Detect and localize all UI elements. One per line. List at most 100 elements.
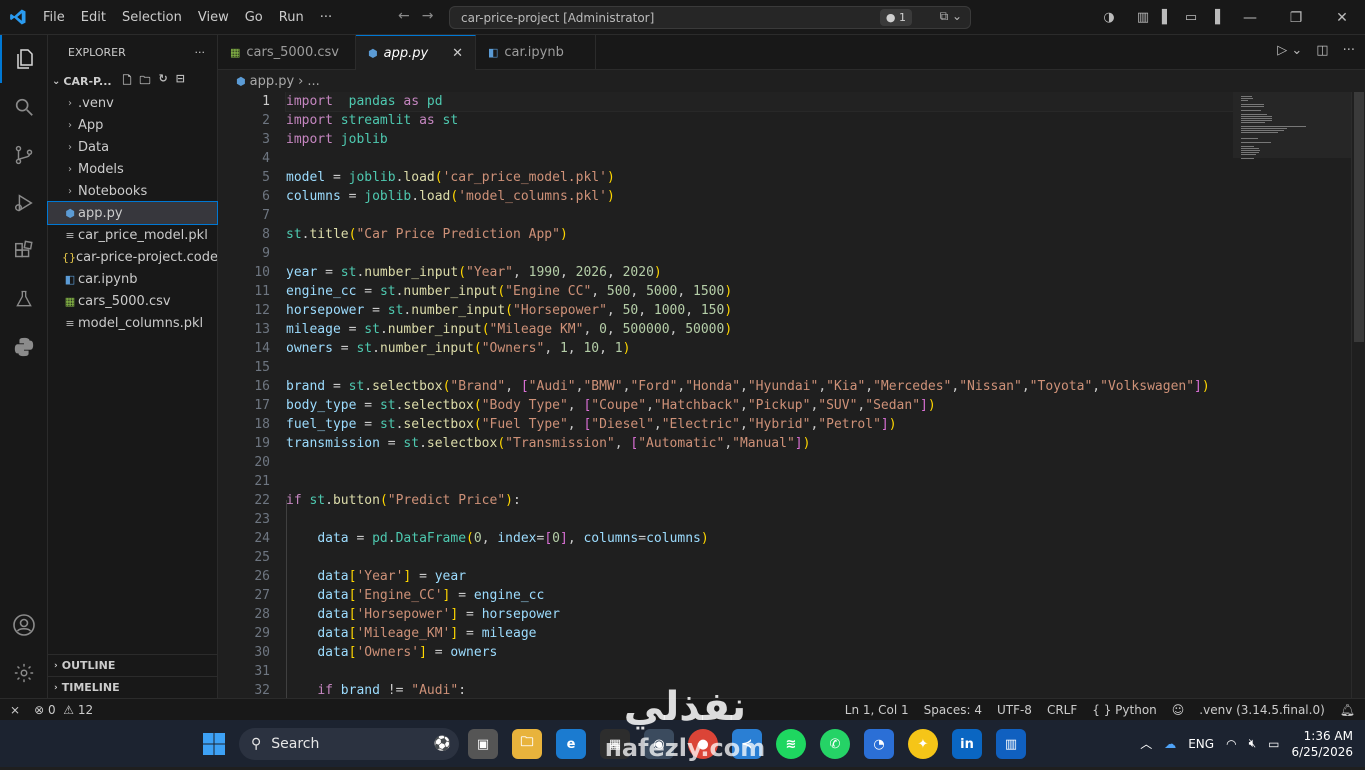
code-line[interactable]: engine_cc = st.number_input("Engine CC",…: [286, 282, 1235, 301]
problems-indicator[interactable]: ⊗ 0 ⚠ 12: [34, 703, 93, 717]
camera-icon[interactable]: ◉: [644, 729, 674, 759]
minimap[interactable]: [1233, 92, 1351, 159]
extensions-icon[interactable]: [0, 227, 48, 275]
tips-lightbulb-icon[interactable]: ✦: [908, 729, 938, 759]
run-python-file-icon[interactable]: ▷ ⌄: [1277, 43, 1302, 58]
forward-arrow-icon[interactable]: →: [422, 8, 434, 24]
tree-item-data[interactable]: › Data: [48, 136, 217, 158]
minimize-icon[interactable]: —: [1227, 10, 1273, 26]
code-line[interactable]: [286, 510, 1235, 529]
task-view-icon[interactable]: ▣: [468, 729, 498, 759]
wifi-icon[interactable]: ◠: [1226, 737, 1236, 751]
tree-item-app[interactable]: › App: [48, 114, 217, 136]
code-line[interactable]: year = st.number_input("Year", 1990, 202…: [286, 263, 1235, 282]
line-ending[interactable]: CRLF: [1047, 703, 1077, 717]
code-line[interactable]: if st.button("Predict Price"):: [286, 491, 1235, 510]
code-line[interactable]: data['Horsepower'] = horsepower: [286, 605, 1235, 624]
editor-more-icon[interactable]: ···: [1343, 43, 1355, 58]
code-line[interactable]: [286, 206, 1235, 225]
windows-start-icon[interactable]: [202, 732, 226, 756]
menu-file[interactable]: File: [35, 0, 73, 35]
code-line[interactable]: mileage = st.number_input("Mileage KM", …: [286, 320, 1235, 339]
run-debug-icon[interactable]: [0, 179, 48, 227]
clock[interactable]: 1:36 AM 6/25/2026: [1291, 728, 1353, 760]
code-line[interactable]: import pandas as pd: [285, 92, 1236, 112]
testing-flask-icon[interactable]: [0, 275, 48, 323]
code-line[interactable]: [286, 662, 1235, 681]
indentation[interactable]: Spaces: 4: [924, 703, 982, 717]
menu-go[interactable]: Go: [237, 0, 271, 35]
code-lines[interactable]: import pandas as pd import streamlit as s…: [285, 92, 1236, 698]
toggle-primary-sidebar-icon[interactable]: ▌: [1155, 10, 1179, 25]
code-line[interactable]: if brand != "Audi":: [286, 681, 1235, 698]
toggle-secondary-sidebar-icon[interactable]: ▐: [1203, 10, 1227, 25]
menu-edit[interactable]: Edit: [73, 0, 114, 35]
battery-icon[interactable]: ▭: [1268, 737, 1279, 751]
tree-item-app-py[interactable]: ⬢ app.py: [47, 201, 218, 225]
customize-layout-icon[interactable]: ▥: [1131, 10, 1155, 25]
vpn-icon[interactable]: ◔: [864, 729, 894, 759]
code-editor[interactable]: 1 2 3 4 5 6 7 8 9 10 11 12 13 14 15 16 17 18 19 20 21 22 23 24 2…: [218, 92, 1365, 698]
close-tab-icon[interactable]: ✕: [452, 46, 463, 61]
accounts-shield-icon[interactable]: ◑: [1097, 10, 1121, 25]
tree-item-notebooks[interactable]: › Notebooks: [48, 180, 217, 202]
accounts-icon[interactable]: [0, 601, 48, 649]
code-line[interactable]: fuel_type = st.selectbox("Fuel Type", ["…: [286, 415, 1235, 434]
code-line[interactable]: [286, 548, 1235, 567]
split-editor-icon[interactable]: ◫: [1316, 43, 1328, 58]
tab-app-py[interactable]: ⬢ app.py ✕: [356, 35, 476, 70]
python-interpreter[interactable]: .venv (3.14.5.final.0): [1199, 703, 1324, 717]
code-line[interactable]: model = joblib.load('car_price_model.pkl…: [286, 168, 1235, 187]
edge-icon[interactable]: e: [556, 729, 586, 759]
cursor-position[interactable]: Ln 1, Col 1: [845, 703, 909, 717]
code-line[interactable]: body_type = st.selectbox("Body Type", ["…: [286, 396, 1235, 415]
volume-muted-icon[interactable]: 🔇︎: [1249, 736, 1257, 751]
code-line[interactable]: [286, 149, 1235, 168]
code-line[interactable]: import joblib: [286, 130, 1235, 149]
timeline-section[interactable]: › TIMELINE: [48, 676, 218, 698]
tree-item-car-price-model-pkl[interactable]: ≡ car_price_model.pkl: [48, 224, 217, 246]
command-center[interactable]: car-price-project [Administrator] ● 1 ⧉ …: [449, 6, 971, 29]
vertical-scrollbar[interactable]: [1351, 92, 1365, 698]
code-line[interactable]: columns = joblib.load('model_columns.pkl…: [286, 187, 1235, 206]
code-line[interactable]: st.title("Car Price Prediction App"): [286, 225, 1235, 244]
scroll-thumb[interactable]: [1354, 92, 1364, 342]
explorer-icon[interactable]: [0, 35, 48, 83]
code-line[interactable]: data['Engine_CC'] = engine_cc: [286, 586, 1235, 605]
code-line[interactable]: [286, 453, 1235, 472]
search-icon[interactable]: [0, 83, 48, 131]
tab-cars-csv[interactable]: ▦ cars_5000.csv: [218, 35, 356, 70]
spotify-icon[interactable]: ≋: [776, 729, 806, 759]
tab-car-ipynb[interactable]: ◧ car.ipynb: [476, 35, 596, 70]
tree-item-car-price-project-code-[interactable]: {} car-price-project.code...: [48, 246, 217, 268]
collapse-all-icon[interactable]: ⊟: [176, 72, 185, 91]
explorer-more-icon[interactable]: ···: [195, 46, 206, 59]
python-icon[interactable]: [0, 323, 48, 371]
tree-item-model-columns-pkl[interactable]: ≡ model_columns.pkl: [48, 312, 217, 334]
analytics-app-icon[interactable]: ▥: [996, 729, 1026, 759]
linkedin-icon[interactable]: in: [952, 729, 982, 759]
notifications-bell-icon[interactable]: 🔔︎: [1340, 703, 1355, 717]
menu-selection[interactable]: Selection: [114, 0, 190, 35]
input-language[interactable]: ENG: [1188, 737, 1214, 751]
outline-section[interactable]: › OUTLINE: [48, 654, 218, 676]
code-line[interactable]: data = pd.DataFrame(0, index = [0], column…: [286, 529, 1235, 548]
copilot-icon[interactable]: ⧉ ⌄: [940, 9, 962, 24]
store-icon[interactable]: ▦: [600, 729, 630, 759]
file-explorer-icon[interactable]: 🗀: [512, 729, 542, 759]
code-line[interactable]: horsepower = st.number_input("Horsepower…: [286, 301, 1235, 320]
vscode-taskbar-icon[interactable]: ≺: [732, 729, 762, 759]
menu-run[interactable]: Run: [271, 0, 312, 35]
new-folder-icon[interactable]: 🗀: [139, 72, 150, 91]
settings-gear-icon[interactable]: [0, 649, 48, 697]
show-hidden-icons-icon[interactable]: ︿: [1140, 735, 1152, 752]
tree-item-car-ipynb[interactable]: ◧ car.ipynb: [48, 268, 217, 290]
menu-view[interactable]: View: [190, 0, 237, 35]
code-line[interactable]: data['Mileage_KM'] = mileage: [286, 624, 1235, 643]
explorer-root-folder[interactable]: ⌄ CAR-P... 🗋 🗀 ↻ ⊟: [48, 70, 217, 92]
code-line[interactable]: [286, 244, 1235, 263]
new-file-icon[interactable]: 🗋: [123, 72, 132, 91]
encoding[interactable]: UTF-8: [997, 703, 1032, 717]
toggle-panel-icon[interactable]: ▭: [1179, 10, 1203, 25]
remote-icon[interactable]: ⨯: [10, 703, 20, 717]
